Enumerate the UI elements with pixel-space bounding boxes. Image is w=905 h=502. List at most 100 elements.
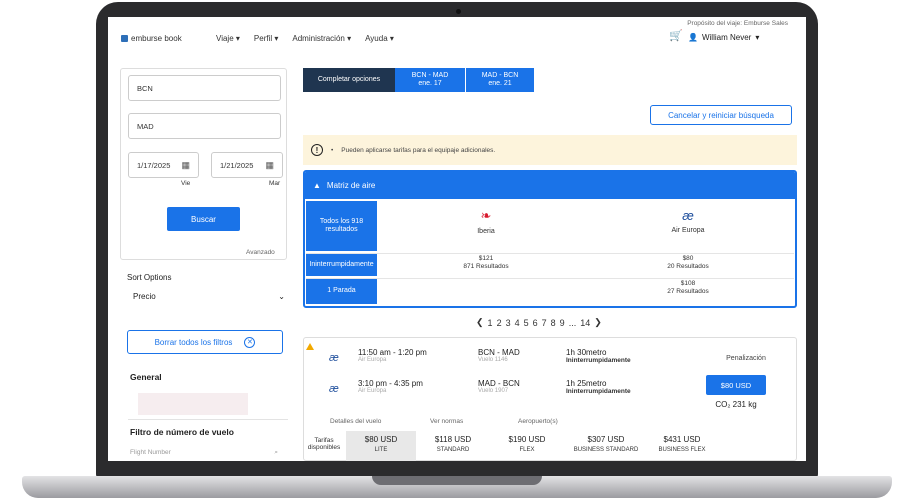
matrix-cell-iberia-nonstop[interactable]: $121 871 Resultados [421, 255, 551, 272]
segment-2-route: MAD - BCN Vuelo 1907 [478, 379, 520, 395]
page-link[interactable]: 9 [560, 318, 565, 328]
view-rules-link[interactable]: Ver normas [430, 418, 463, 425]
segment-stops: Ininterrumpidamente [566, 388, 631, 396]
sort-select[interactable]: Precio ⌄ [127, 287, 285, 305]
logo-text: emburse book [131, 34, 182, 43]
user-name: William Never [701, 33, 752, 42]
tab-leg-1[interactable]: BCN - MAD ene. 17 [395, 68, 465, 92]
filter-placeholder-bar [138, 393, 248, 415]
return-date-value: 1/21/2025 [220, 160, 254, 170]
calendar-icon[interactable]: ▦ [181, 160, 190, 171]
segment-1-route: BCN - MAD Vuelo 1146 [478, 348, 520, 364]
search-button[interactable]: Buscar [167, 207, 240, 231]
page-link[interactable]: 6 [533, 318, 538, 328]
fare-price: $80 USD [364, 435, 398, 444]
matrix-cell-aireuropa-nonstop[interactable]: $80 20 Resultados [623, 255, 753, 272]
chevron-down-icon: ▾ [347, 34, 352, 43]
tab-complete-options[interactable]: Completar opciones [303, 68, 395, 92]
matrix-header[interactable]: ▲ Matriz de aire [305, 172, 795, 199]
fare-name: LITE [374, 447, 388, 453]
segment-route: MAD - BCN [478, 379, 520, 388]
bullet: • [331, 146, 334, 154]
calendar-icon[interactable]: ▦ [265, 160, 274, 171]
cell-price: $80 [682, 255, 694, 262]
cell-results: 871 Resultados [463, 263, 509, 271]
flight-details-link[interactable]: Detalles del vuelo [330, 418, 381, 425]
laptop-notch [372, 476, 542, 485]
fare-name: BUSINESS FLEX [658, 447, 706, 453]
user-menu[interactable]: 👤 William Never ▾ [688, 33, 759, 42]
fare-option-business-standard[interactable]: $307 USD BUSINESS STANDARD [571, 431, 641, 461]
page-link[interactable]: 4 [515, 318, 520, 328]
matrix-cell-aireuropa-onestop[interactable]: $108 27 Resultados [623, 280, 753, 297]
alert-text: Pueden aplicarse tarifas para el equipaj… [341, 146, 496, 154]
general-filter-title: General [130, 372, 162, 382]
nav-item-administracion[interactable]: Administración ▾ [292, 34, 351, 43]
divider [306, 278, 794, 279]
page-link[interactable]: 3 [506, 318, 511, 328]
flight-number-title: Filtro de número de vuelo [130, 427, 234, 437]
select-price-button[interactable]: $80 USD [706, 375, 766, 395]
nav-item-ayuda[interactable]: Ayuda ▾ [365, 34, 394, 43]
fare-price: $118 USD [434, 435, 472, 444]
page-link[interactable]: 5 [524, 318, 529, 328]
airline-name: Iberia [477, 228, 495, 235]
nav-item-perfil[interactable]: Perfil ▾ [254, 34, 278, 43]
app-logo[interactable]: emburse book [121, 34, 182, 43]
baggage-alert: ! • Pueden aplicarse tarifas para el equ… [303, 135, 797, 165]
fare-price: $431 USD [663, 435, 701, 444]
chevron-down-icon: ▾ [389, 34, 394, 43]
nav-label: Perfil [253, 34, 273, 43]
page-link[interactable]: 1 [488, 318, 493, 328]
fare-price: $307 USD [587, 435, 625, 444]
segment-route: BCN - MAD [478, 348, 520, 357]
chevron-left-icon[interactable]: ❮ [476, 317, 484, 328]
chevron-down-icon: ▾ [235, 34, 240, 43]
return-date-field[interactable]: 1/21/2025 ▦ [211, 152, 283, 178]
clear-filters-button[interactable]: Borrar todos los filtros ✕ [127, 330, 283, 354]
matrix-title: Matriz de aire [326, 181, 376, 190]
cart-icon[interactable]: 🛒 [669, 29, 683, 42]
air-europa-logo-icon: æ [329, 383, 339, 395]
advanced-link[interactable]: Avanzado [246, 249, 275, 256]
nav-label: Ayuda [365, 34, 388, 43]
fare-option-lite[interactable]: $80 USD LITE [346, 431, 416, 461]
main-nav: Viaje ▾ Perfil ▾ Administración ▾ Ayuda … [216, 34, 394, 43]
divider [306, 253, 794, 254]
flight-number-input[interactable]: Flight Number ⌕ [130, 449, 278, 457]
fare-name: BUSINESS STANDARD [573, 447, 639, 453]
clear-filters-label: Borrar todos los filtros [154, 337, 233, 347]
page-link[interactable]: 7 [542, 318, 547, 328]
matrix-row-nonstop[interactable]: Ininterrumpidamente [306, 254, 377, 276]
cancel-restart-button[interactable]: Cancelar y reiniciar búsqueda [650, 105, 792, 125]
caret-up-icon: ▲ [313, 181, 321, 190]
airline-air-europa[interactable]: æ Air Europa [623, 208, 753, 234]
nav-item-viaje[interactable]: Viaje ▾ [216, 34, 240, 43]
matrix-all-results[interactable]: Todos los 918 resultados [306, 201, 377, 251]
segment-stops: Ininterrumpidamente [566, 357, 631, 365]
top-bar: emburse book Viaje ▾ Perfil ▾ Administra… [108, 17, 806, 61]
page-link[interactable]: 2 [497, 318, 502, 328]
tab-label: Completar opciones [317, 76, 381, 84]
matrix-row-one-stop[interactable]: 1 Parada [306, 279, 377, 304]
tab-leg-2[interactable]: MAD - BCN ene. 21 [465, 68, 534, 92]
fare-option-standard[interactable]: $118 USD STANDARD [418, 431, 488, 461]
page-link[interactable]: 14 [580, 318, 590, 328]
nav-label: Viaje [216, 34, 234, 43]
airline-iberia[interactable]: ❧ Iberia [421, 208, 551, 235]
divider [128, 419, 288, 420]
page-link[interactable]: 8 [551, 318, 556, 328]
fare-option-flex[interactable]: $190 USD FLEX [492, 431, 562, 461]
chevron-right-icon[interactable]: ❯ [594, 317, 602, 328]
pagination: ❮ 1 2 3 4 5 6 7 8 9 ... 14 ❯ [476, 317, 602, 328]
fare-options: Tarifas disponibles $80 USD LITE $118 US… [304, 431, 796, 461]
airports-link[interactable]: Aeropuerto(s) [518, 418, 558, 425]
destination-field[interactable]: MAD [128, 113, 281, 139]
fare-option-business-flex[interactable]: $431 USD BUSINESS FLEX [647, 431, 717, 461]
origin-field[interactable]: BCN [128, 75, 281, 101]
tab-date: ene. 21 [488, 80, 512, 87]
segment-1-time: 11:50 am - 1:20 pm Air Europa [358, 348, 427, 364]
tab-route: BCN - MAD [411, 72, 449, 80]
chevron-down-icon: ⌄ [278, 291, 285, 301]
depart-date-field[interactable]: 1/17/2025 ▦ [128, 152, 199, 178]
